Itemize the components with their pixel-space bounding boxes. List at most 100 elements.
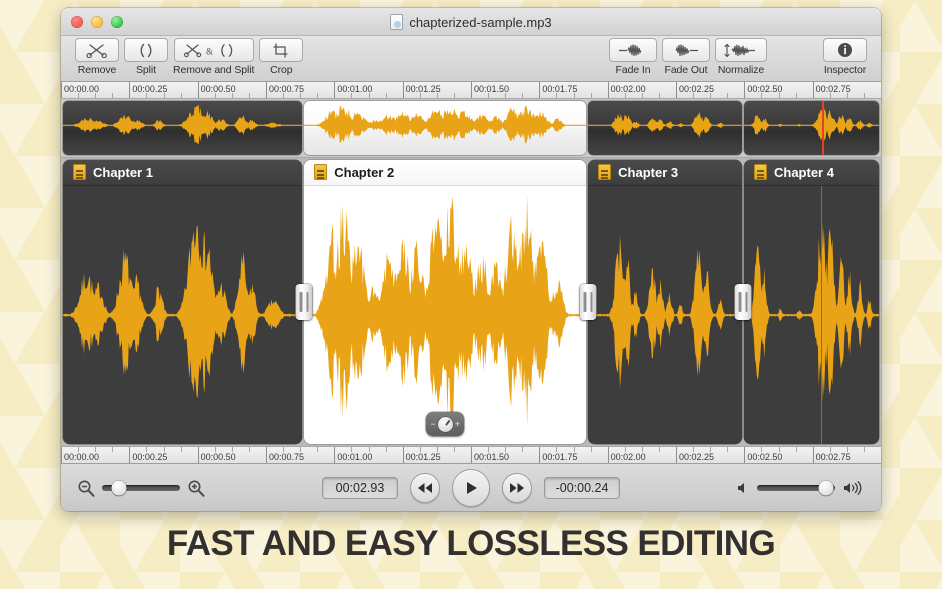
elapsed-time-field[interactable]: 00:02.93 [322,477,398,499]
overview-chapter-1[interactable] [63,101,302,155]
ruler-tick [471,446,472,463]
scissors-icon [86,43,108,58]
ruler-subtick [727,447,728,452]
chapter-panel-4[interactable]: Chapter 4 [744,160,879,444]
application-window: chapterized-sample.mp3 Remove [61,8,881,511]
audio-chapter-icon [754,164,767,180]
chapter-waveform-1[interactable] [63,186,302,444]
toolbar: Remove Split [61,36,881,82]
ruler-tick [266,82,267,99]
fast-forward-button[interactable] [502,473,532,503]
overview-chapter-4[interactable] [744,101,879,155]
ruler-subtick [642,93,643,98]
toolbar-item-remove[interactable]: Remove [75,38,119,76]
audio-chapter-icon [314,164,327,180]
ruler-tick [129,82,130,99]
zoom-slider[interactable] [102,485,180,491]
ruler-subtick [779,93,780,98]
ruler-tick [744,82,745,99]
ruler-subtick [761,93,762,98]
ruler-subtick [522,93,523,98]
toolbar-item-normalize[interactable]: Normalize [715,38,767,76]
volume-slider[interactable] [757,485,835,491]
toolbar-item-split[interactable]: Split [124,38,168,76]
volume-slider-knob[interactable] [818,480,833,495]
waveform-center-line [304,315,586,316]
ruler-label: 00:02.25 [679,452,714,462]
ruler-subtick [369,93,370,98]
chapter-panel-2[interactable]: Chapter 2 −+ [304,160,586,444]
chapter-title: Chapter 4 [774,165,834,180]
ruler-subtick [710,93,711,98]
ruler-label: 00:01.00 [337,452,372,462]
chapter-panel-3[interactable]: Chapter 3 [588,160,742,444]
play-button[interactable] [452,469,490,507]
fade-out-button[interactable] [662,38,710,62]
svg-text:&: & [206,46,213,56]
ruler-label: 00:02.50 [747,452,782,462]
gain-knob-dial[interactable] [438,417,453,432]
toolbar-item-fade-out[interactable]: Fade Out [662,38,710,76]
overview-chapter-2[interactable] [304,101,586,155]
ruler-subtick [454,447,455,452]
toolbar-item-inspector[interactable]: Inspector [823,38,867,76]
chapter-waveform-4[interactable] [744,186,879,444]
ruler-subtick [437,93,438,98]
chapter-split-handle-3[interactable] [735,284,752,320]
timeline-ruler-top[interactable]: 00:00.0000:00.2500:00.5000:00.7500:01.00… [61,82,881,99]
audio-chapter-icon [598,164,611,180]
ruler-subtick [556,447,557,452]
ruler-subtick [215,93,216,98]
ruler-subtick [386,447,387,452]
overview-chapter-3[interactable] [588,101,742,155]
inspector-button[interactable] [823,38,867,62]
ruler-subtick [317,447,318,452]
ruler-subtick [779,447,780,452]
crop-button[interactable] [259,38,303,62]
toolbar-item-remove-and-split[interactable]: & Remove and Split [173,38,254,76]
normalize-button[interactable] [715,38,767,62]
chapter-panel-1[interactable]: Chapter 1 [63,160,302,444]
toolbar-item-crop[interactable]: Crop [259,38,303,76]
toolbar-item-fade-in[interactable]: Fade In [609,38,657,76]
rewind-button[interactable] [410,473,440,503]
ruler-subtick [505,93,506,98]
toolbar-label: Normalize [718,64,764,76]
chapter-editor-area[interactable]: Chapter 1 Chapter 2 −+ Chapter 3 Chapter 4 [61,158,881,446]
chapter-header-1[interactable]: Chapter 1 [63,160,302,186]
crop-icon [271,43,291,58]
chapter-split-handle-1[interactable] [296,284,313,320]
ruler-tick [403,82,404,99]
chapter-waveform-3[interactable] [588,186,742,444]
ruler-subtick [249,93,250,98]
remove-button[interactable] [75,38,119,62]
volume-max-icon[interactable] [843,480,865,496]
chapter-header-4[interactable]: Chapter 4 [744,160,879,186]
remove-and-split-button[interactable]: & [174,38,254,62]
split-button[interactable] [124,38,168,62]
window-title: chapterized-sample.mp3 [409,15,551,30]
ruler-subtick [249,447,250,452]
waveform-center-line [588,315,742,316]
normalize-icon [724,43,758,58]
fast-forward-icon [509,482,525,494]
zoom-slider-knob[interactable] [112,480,127,495]
chapter-header-2[interactable]: Chapter 2 [304,160,586,186]
ruler-subtick [591,447,592,452]
chapter-title: Chapter 2 [334,165,394,180]
ruler-subtick [146,93,147,98]
ruler-subtick [847,447,848,452]
gain-knob[interactable]: −+ [426,412,464,436]
transport-bar: 00:02.93 -00:00.24 [61,463,881,511]
chapter-split-handle-2[interactable] [580,284,597,320]
chapter-waveform-2[interactable]: −+ [304,186,586,444]
overview-waveform-strip[interactable] [61,99,881,158]
timeline-ruler-bottom[interactable]: 00:00.0000:00.2500:00.5000:00.7500:01.00… [61,446,881,463]
fade-in-button[interactable] [609,38,657,62]
zoom-in-icon[interactable] [187,479,205,497]
chapter-header-3[interactable]: Chapter 3 [588,160,742,186]
volume-min-icon[interactable] [737,481,749,495]
remaining-time-field[interactable]: -00:00.24 [544,477,620,499]
zoom-out-icon[interactable] [77,479,95,497]
ruler-subtick [625,93,626,98]
